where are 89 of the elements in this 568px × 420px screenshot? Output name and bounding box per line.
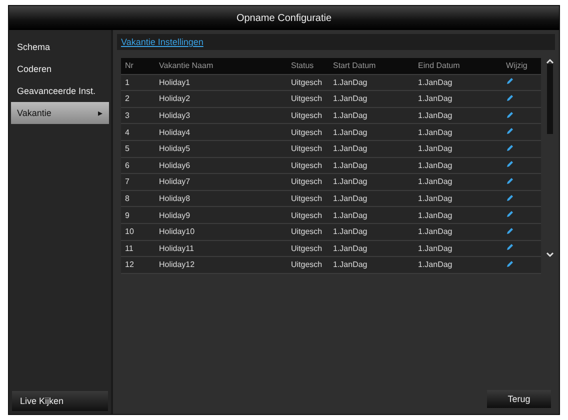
table-cell-text: 1.JanDag <box>417 227 454 236</box>
table-cell-text: 1.JanDag <box>417 144 454 154</box>
scroll-up-icon[interactable] <box>546 58 554 64</box>
table-cell-text: 4 <box>124 128 130 137</box>
settings-tab[interactable]: Vakantie Instellingen <box>121 37 204 47</box>
column-header: Status <box>290 61 315 70</box>
table-cell-text: 11 <box>124 244 134 253</box>
table-row[interactable]: 4 Holiday4 Uitgesch 1.JanDag 1.JanDag <box>121 124 541 141</box>
table-cell-text: Holiday12 <box>158 260 196 270</box>
sidebar-item[interactable]: Schema <box>11 36 109 58</box>
table-cell-text: Holiday9 <box>158 210 192 220</box>
table-cell-text: 1.JanDag <box>332 244 368 253</box>
table-cell-text: Holiday11 <box>158 244 195 253</box>
table-cell-text: Uitgesch <box>290 144 324 154</box>
table-cell-text: 1.JanDag <box>332 160 368 170</box>
table-row[interactable]: 3 Holiday3 Uitgesch 1.JanDag 1.JanDag <box>121 108 541 124</box>
table-cell-text: Holiday7 <box>158 177 192 186</box>
table-cell-text: 1.JanDag <box>417 128 454 137</box>
live-view-button[interactable]: Live Kijken <box>12 391 108 411</box>
scrollbar-thumb[interactable] <box>547 64 553 134</box>
table-cell-text: Uitgesch <box>290 78 324 87</box>
table-cell-text: Holiday1 <box>158 78 192 87</box>
table-cell-text: 1.JanDag <box>417 78 454 87</box>
column-header: Nr <box>124 61 134 70</box>
table-cell-text: Uitgesch <box>290 94 324 104</box>
table-cell-text: Holiday4 <box>158 128 192 137</box>
table-row[interactable]: 1 Holiday1 Uitgesch 1.JanDag 1.JanDag <box>121 74 541 92</box>
table-cell-text: Uitgesch <box>290 177 324 186</box>
sidebar-item[interactable]: Coderen <box>11 58 109 80</box>
table-cell-text: Uitgesch <box>290 227 324 236</box>
table-cell-text: 1.JanDag <box>417 177 454 186</box>
table-cell-text: Uitgesch <box>290 194 324 204</box>
table-cell-text: 3 <box>124 111 130 120</box>
table-row[interactable]: 7 Holiday7 Uitgesch 1.JanDag 1.JanDag <box>121 174 541 191</box>
table-cell-text: Uitgesch <box>290 260 324 270</box>
table-cell-text: 6 <box>124 160 130 170</box>
table-cell-text: 1.JanDag <box>417 244 454 253</box>
table-cell-text: Uitgesch <box>290 111 324 120</box>
table-cell-text: 1.JanDag <box>332 128 368 137</box>
table-cell-text: Holiday10 <box>158 227 196 236</box>
table-row[interactable]: 8 Holiday8 Uitgesch 1.JanDag 1.JanDag <box>121 190 541 208</box>
back-button[interactable]: Terug <box>487 390 551 408</box>
table-cell-text: 8 <box>124 194 130 204</box>
table-cell-text: 1.JanDag <box>332 227 368 236</box>
table-cell-text: 1 <box>124 78 130 87</box>
table-cell-text: 1.JanDag <box>332 78 368 87</box>
table-cell-text: 1.JanDag <box>417 194 454 204</box>
table-cell-text: Holiday3 <box>158 111 192 120</box>
table-cell-text: 12 <box>124 260 135 270</box>
window-title: Opname Configuratie <box>9 6 559 30</box>
table-row[interactable]: 10 Holiday10 Uitgesch 1.JanDag 1.JanDag <box>121 224 541 241</box>
table-cell-text: 1.JanDag <box>332 260 368 270</box>
table-cell-text: 10 <box>124 227 135 236</box>
table-cell-text: 1.JanDag <box>417 111 454 120</box>
table-cell-text: Holiday8 <box>158 194 192 204</box>
table-cell-text: 1.JanDag <box>332 210 368 220</box>
table-cell-text: 1.JanDag <box>417 210 454 220</box>
table-cell-text: 1.JanDag <box>417 94 454 104</box>
table-cell-text: Uitgesch <box>290 160 324 170</box>
table-cell-text: Holiday2 <box>158 94 192 104</box>
table-row[interactable]: 6 Holiday6 Uitgesch 1.JanDag 1.JanDag <box>121 158 541 174</box>
table-cell-text: Holiday6 <box>158 160 192 170</box>
column-header: Vakantie Naam <box>158 61 214 70</box>
column-header: Start Datum <box>332 61 377 70</box>
scroll-down-icon[interactable] <box>546 252 554 258</box>
table-cell-text: Uitgesch <box>290 244 324 253</box>
table-cell-text: 2 <box>124 94 130 104</box>
table-row[interactable]: 9 Holiday9 Uitgesch 1.JanDag 1.JanDag <box>121 207 541 224</box>
table-row[interactable]: 2 Holiday2 Uitgesch 1.JanDag 1.JanDag <box>121 91 541 108</box>
table-cell-text: 1.JanDag <box>417 160 454 170</box>
table-cell-text: 1.JanDag <box>332 144 368 154</box>
table-cell-text: 1.JanDag <box>332 194 368 204</box>
sidebar-item[interactable]: Geavanceerde Inst. <box>11 80 109 102</box>
table-cell-text: 5 <box>124 144 130 154</box>
column-header: Wijzig <box>505 61 528 70</box>
sidebar-item[interactable]: Vakantie ▸ <box>11 102 109 124</box>
table-cell-text: 9 <box>124 210 130 220</box>
table-cell-text: Uitgesch <box>290 128 324 137</box>
table-cell-text: Uitgesch <box>290 210 324 220</box>
table-cell-text: 1.JanDag <box>417 260 454 270</box>
table-row[interactable]: 12 Holiday12 Uitgesch 1.JanDag 1.JanDag <box>121 257 541 274</box>
table-row[interactable]: 11 Holiday11 Uitgesch 1.JanDag 1.JanDag <box>121 240 541 258</box>
table-cell-text: Holiday5 <box>158 144 192 154</box>
column-header: Eind Datum <box>417 61 461 70</box>
table-cell-text: 7 <box>124 177 130 186</box>
table-cell-text: 1.JanDag <box>332 177 368 186</box>
table-row[interactable]: 5 Holiday5 Uitgesch 1.JanDag 1.JanDag <box>121 140 541 158</box>
table-cell-text: 1.JanDag <box>332 94 368 104</box>
table-cell-text: 1.JanDag <box>332 111 368 120</box>
